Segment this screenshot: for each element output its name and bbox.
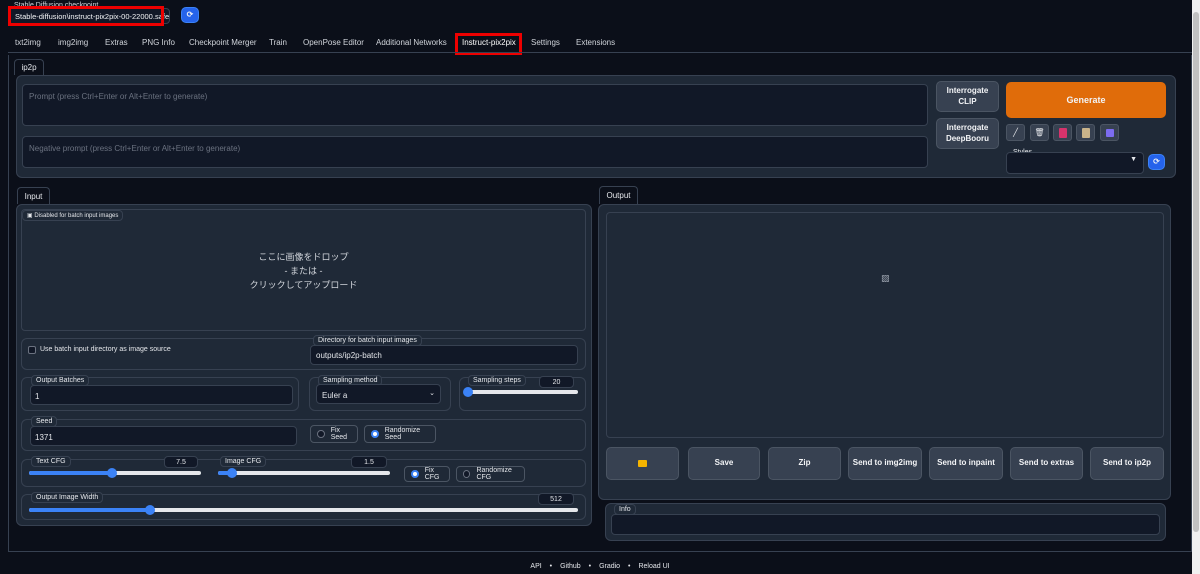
sampling-steps-label: Sampling steps [468,375,526,386]
tab-extensions[interactable]: Extensions [576,38,615,47]
interrogate-clip-button[interactable]: Interrogate CLIP [936,81,999,112]
generate-button[interactable]: Generate [1006,82,1166,118]
checkpoint-highlight [8,6,164,26]
checkpoint-refresh-button[interactable]: ⟳ [181,7,199,23]
send-to-ip2p-button[interactable]: Send to ip2p [1090,447,1164,480]
randomize-cfg-radio [463,470,471,478]
randomize-cfg-option[interactable]: Randomize CFG [456,466,525,482]
send-to-extras-button[interactable]: Send to extras [1010,447,1083,480]
tabs-divider [8,52,1192,53]
text-cfg-label: Text CFG [31,456,71,467]
footer-reload-link[interactable]: Reload UI [638,563,669,570]
subtab-ip2p[interactable]: ip2p [14,59,44,75]
tab-extras[interactable]: Extras [105,38,128,47]
footer: API • Github • Gradio • Reload UI [530,563,670,570]
output-width-label: Output Image Width [31,492,104,503]
randomize-seed-option[interactable]: Randomize Seed [364,425,436,443]
chevron-down-icon: ⌄ [429,390,435,397]
styles-refresh-button[interactable]: ⟳ [1148,154,1165,170]
text-cfg-value[interactable]: 7.5 [164,456,198,468]
prompt-input[interactable]: Prompt (press Ctrl+Enter or Alt+Enter to… [22,84,928,126]
seed-input[interactable]: 1371 [30,426,297,446]
batch-dir-label: Directory for batch input images [313,335,422,346]
tab-checkpoint-merger[interactable]: Checkpoint Merger [189,38,257,47]
footer-github-link[interactable]: Github [560,563,581,570]
fix-seed-option[interactable]: Fix Seed [310,425,358,443]
tab-png-info[interactable]: PNG Info [142,38,175,47]
pencil-icon[interactable]: ╱ [1006,124,1025,141]
image-placeholder-icon: ▨ [881,273,890,283]
output-width-value[interactable]: 512 [538,493,574,505]
footer-gradio-link[interactable]: Gradio [599,563,620,570]
text-cfg-slider[interactable] [29,468,201,478]
tab-settings[interactable]: Settings [531,38,560,47]
batch-checkbox-label: Use batch input directory as image sourc… [40,346,171,353]
sampling-steps-slider[interactable] [463,387,578,397]
tab-img2img[interactable]: img2img [58,38,88,47]
output-width-box [21,494,586,520]
tab-train[interactable]: Train [269,38,287,47]
batch-dir-input[interactable]: outputs/ip2p-batch [310,345,578,365]
output-batches-input[interactable]: 1 [30,385,293,405]
save-icon[interactable] [1100,124,1119,141]
info-field [611,514,1160,535]
fix-seed-radio [317,430,325,438]
fix-cfg-radio [411,470,419,478]
image-cfg-value[interactable]: 1.5 [351,456,387,468]
dropzone-badge: ▣ Disabled for batch input images [22,210,124,221]
randomize-seed-radio [371,430,379,438]
image-cfg-label: Image CFG [220,456,267,467]
save-output-button[interactable]: Save [688,447,760,480]
refresh-icon: ⟳ [1153,156,1160,166]
negative-prompt-input[interactable]: Negative prompt (press Ctrl+Enter or Alt… [22,136,928,168]
input-tab[interactable]: Input [17,187,50,204]
image-icon: ▣ [27,213,33,219]
image-cfg-slider[interactable] [218,468,390,478]
sampling-method-select[interactable]: Euler a ⌄ [316,384,441,404]
chevron-down-icon: ▼ [1130,156,1137,163]
styles-select[interactable]: ▼ [1006,152,1144,174]
output-width-slider[interactable] [29,505,578,515]
dropzone-text: ここに画像をドロップ - または - クリックしてアップロード [249,252,358,290]
batch-checkbox[interactable] [28,346,36,354]
pink-card-icon[interactable] [1053,124,1072,141]
output-gallery[interactable]: ▨ [606,212,1164,438]
send-to-img2img-button[interactable]: Send to img2img [848,447,922,480]
tab-txt2img[interactable]: txt2img [15,38,41,47]
interrogate-deepbooru-button[interactable]: Interrogate DeepBooru [936,118,999,149]
sampling-steps-value[interactable]: 20 [539,376,574,388]
clipboard-icon[interactable] [1076,124,1095,141]
send-to-inpaint-button[interactable]: Send to inpaint [929,447,1003,480]
scrollbar[interactable] [1192,0,1200,574]
image-dropzone[interactable]: ▣ Disabled for batch input images ここに画像を… [21,209,586,331]
trash-icon[interactable]: 🗑 [1030,124,1049,141]
fix-cfg-option[interactable]: Fix CFG [404,466,450,482]
folder-icon [638,460,647,467]
output-tab[interactable]: Output [599,186,638,204]
zip-button[interactable]: Zip [768,447,841,480]
footer-api-link[interactable]: API [530,563,541,570]
open-folder-button[interactable] [606,447,679,480]
tab-openpose-editor[interactable]: OpenPose Editor [303,38,364,47]
tab-additional-networks[interactable]: Additional Networks [376,38,447,47]
refresh-icon: ⟳ [186,9,194,19]
